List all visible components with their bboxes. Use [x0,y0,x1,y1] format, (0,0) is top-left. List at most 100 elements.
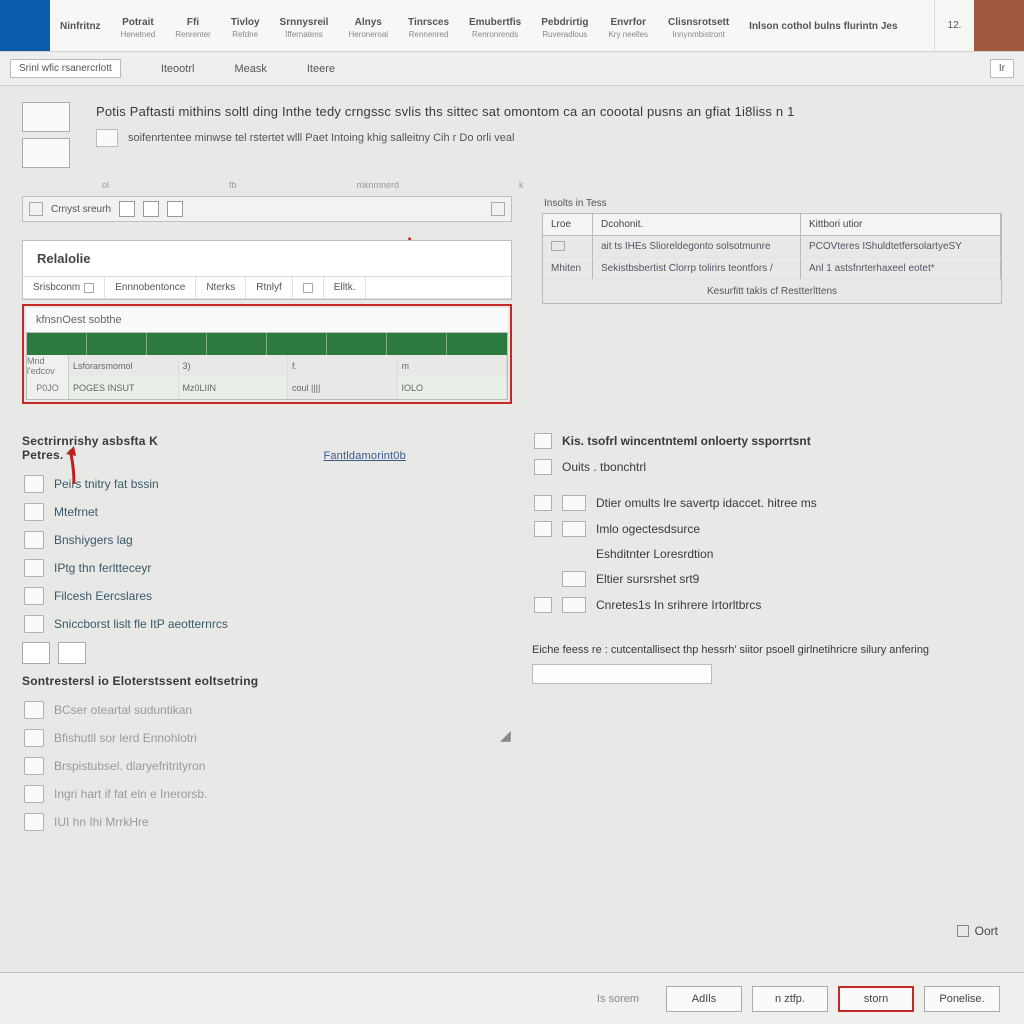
inner-tab[interactable]: Elltk. [324,277,367,298]
list-item[interactable]: Bfishutll sor lerd Ennohlotri [22,724,492,752]
table-row[interactable]: Mhiten Sekistbsbertist Clorrp tolirirs t… [543,258,1001,280]
ribbon-tab[interactable]: EmubertfisRenronrends [459,2,531,51]
list-item[interactable]: BCser oteartal suduntikan [22,696,492,724]
ribbon-tab[interactable]: ClisnsrotsettInnynmbistront [658,2,739,51]
primary-button[interactable]: storn [838,986,914,1012]
ribbon-tab[interactable]: TivloyRefdne [221,2,270,51]
cell[interactable]: Mz0LIIN [179,377,289,399]
ribbon-tab[interactable]: Inlson cothol bulns flurintn Jes [739,2,907,51]
ribbon-number: 12. [934,0,974,51]
properties-table: Lroe Dcohonit. Kittbori utior ait ts IHE… [542,213,1002,304]
ribbon-tab[interactable]: FfiRenrenter [165,2,221,51]
view-toggle-icon[interactable] [143,201,159,217]
list-item[interactable]: IPtg thn ferltteceyr [22,554,492,582]
list-item[interactable]: Imlo ogectesdsurce [532,516,1002,542]
inner-tab[interactable]: Srisbconm [23,277,105,298]
list-item[interactable]: Filcesh Eercslares [22,582,492,610]
table-row[interactable]: ait ts IHEs Slioreldegonto solsotmunre P… [543,236,1001,258]
item-icon [24,729,44,747]
cell[interactable]: POGES INSUT [69,377,179,399]
list-item[interactable]: Kis. tsofrl wincentntemI onloerty ssporr… [532,428,1002,454]
text-input[interactable] [532,664,712,684]
ribbon-tab[interactable]: SrnnysreilIffernatens [270,2,339,51]
list-item[interactable]: Cnretes1s In srihrere Irtorltbrcs [532,592,1002,618]
list-heading: Sontrestersl io Eloterstssent eoltsetrin… [22,674,492,688]
inner-tab[interactable]: Nterks [196,277,246,298]
inner-tab[interactable]: Rtnlyf [246,277,293,298]
item-icon [562,521,586,537]
right-list: Kis. tsofrl wincentntemI onloerty ssporr… [532,428,1002,836]
ribbon-tab[interactable]: AlnysHeroneroal [338,2,398,51]
item-icon [24,559,44,577]
view-toggle-icon[interactable] [119,201,135,217]
thumb-icon[interactable] [22,102,70,132]
list-item[interactable]: Ouits . tbonchtrl [532,454,1002,480]
list-item[interactable]: Sniccborst lislt fle ItP aeotternrcs [22,610,492,638]
app-logo[interactable] [0,0,50,51]
row-label: P0JO [27,377,69,399]
list-item[interactable]: Peirs tnitry fat bssin [22,470,492,498]
left-list: Sectrirnrishy asbsfta K Petres.Fantldamo… [22,428,492,836]
item-icon [24,615,44,633]
checkbox[interactable] [957,925,969,937]
cell[interactable]: m [398,355,508,377]
inner-tabs: Srisbconm Ennnobentonce Nterks Rtnlyf El… [23,276,511,299]
col-header[interactable]: Kittbori utior [801,214,1001,235]
list-item[interactable]: IUI hn Ihi MrrkHre [22,808,492,836]
list-item[interactable]: Eltier sursrshet srt9 [532,566,1002,592]
item-icon [562,571,586,587]
view-toggle-icon[interactable] [167,201,183,217]
item-icon [534,597,552,613]
mode-icon[interactable] [58,642,86,664]
mode-icon[interactable] [22,642,50,664]
item-icon [24,785,44,803]
cell[interactable]: IOLO [398,377,508,399]
intro-text: Potis Paftasti mithins soltl ding Inthe … [96,104,795,119]
footer-button[interactable]: AdIls [666,986,742,1012]
item-icon [534,459,552,475]
ribbon-tab[interactable]: PebdrirtigRuveradlous [531,2,598,51]
item-icon [562,597,586,613]
inner-tab[interactable] [293,277,324,298]
option-label: Oort [975,924,998,938]
item-icon [562,495,586,511]
ribbon-tab[interactable]: PotraitHenetned [111,2,166,51]
sub-bar: Srinl wfic rsanercrlott Iteootrl Meask I… [0,52,1024,86]
intro-subtext: soifenrtentee minwse tel rstertet wlll P… [128,132,514,144]
ribbon-tab[interactable]: EnvrforKry neelles [598,2,658,51]
ribbon-tab[interactable]: TinrscesRennenred [398,2,459,51]
spreadsheet[interactable]: Mnd l'edcov Lsforarsmomol 3) f. m P0JO P… [26,332,508,400]
item-icon [24,587,44,605]
col-header[interactable]: Dcohonit. [593,214,801,235]
tool-icon[interactable] [29,202,43,216]
table-footer[interactable]: Kesurfitt takIs cf Restterlttens [543,280,1001,303]
cell[interactable]: f. [288,355,398,377]
cell[interactable]: coul |||| [288,377,398,399]
list-link[interactable]: Fantldamorint0b [323,450,406,462]
panel-heading: Insolts in Tess [542,196,1002,213]
footer-button[interactable]: Ponelise. [924,986,1000,1012]
inner-tab[interactable]: Ennnobentonce [105,277,196,298]
list-item[interactable]: Ingri hart if fat eln e Inerorsb. [22,780,492,808]
callout-toolbar: Crnyst sreurh [22,196,512,222]
footer-button[interactable]: Is sorem [580,986,656,1012]
list-item[interactable]: Brspistubsel. dlaryefritrityron [22,752,492,780]
list-item[interactable]: Eshditnter Loresrdtion [532,542,1002,566]
sub-box[interactable]: Srinl wfic rsanercrlott [10,59,121,78]
resize-handle-icon[interactable]: ◢ [500,727,511,744]
list-item[interactable]: Mtefrnet [22,498,492,526]
cell[interactable]: 3) [179,355,289,377]
icon-strip [22,642,492,664]
footer-button[interactable]: n ztfp. [752,986,828,1012]
thumb-icon[interactable] [22,138,70,168]
intro-block: Potis Paftasti mithins soltl ding Inthe … [22,102,1002,168]
cell[interactable]: Lsforarsmomol [69,355,179,377]
settings-icon[interactable] [491,202,505,216]
list-item[interactable]: Bnshiygers lag [22,526,492,554]
item-icon [24,475,44,493]
col-header[interactable]: Lroe [543,214,593,235]
sub-right-box[interactable]: Ir [990,59,1014,78]
ribbon-tab[interactable]: Ninfritnz [50,2,111,51]
list-item[interactable]: Dtier omults lre savertp idaccet. hitree… [532,490,1002,516]
item-icon [24,813,44,831]
